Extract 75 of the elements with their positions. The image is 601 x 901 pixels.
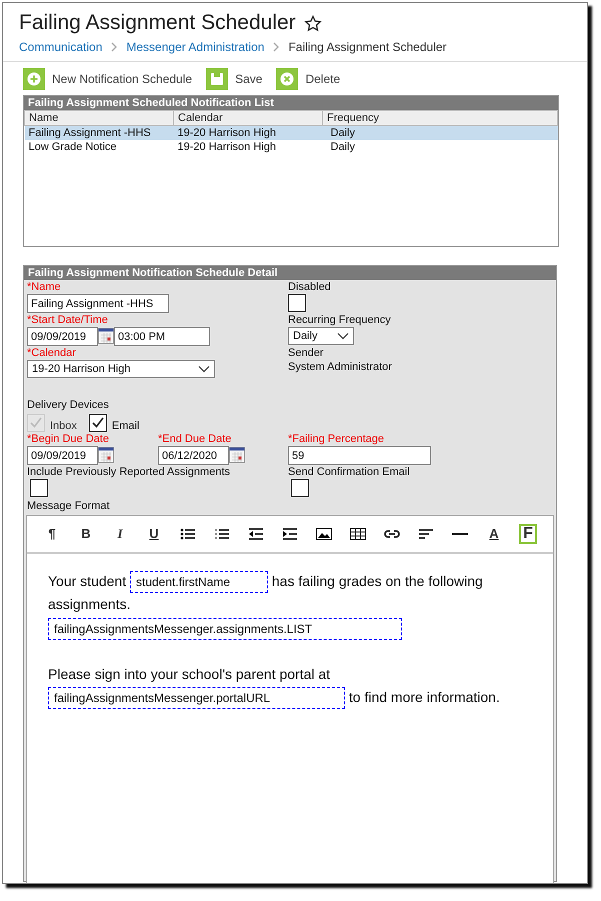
merge-field[interactable]: student.firstName [130, 571, 268, 594]
table-cell: Failing Assignment -HHS [24, 126, 174, 140]
column-header[interactable]: Frequency [322, 110, 558, 126]
delete-button[interactable]: Delete [276, 68, 340, 90]
table-cell: Daily [322, 126, 558, 140]
table-icon [350, 527, 366, 541]
image-icon [316, 527, 332, 541]
field-label: Sender [288, 347, 324, 359]
text-field[interactable]: 09/09/2019 [27, 446, 98, 465]
column-header[interactable]: Name [24, 110, 174, 126]
dropdown[interactable]: 19-20 Harrison High [27, 360, 215, 378]
sender-value: System Administrator [288, 361, 393, 373]
breadcrumb-link[interactable]: Messenger Administration [126, 40, 264, 54]
floppy-icon [206, 68, 228, 90]
table-cell: 19-20 Harrison High [174, 126, 322, 140]
plus-icon [23, 68, 45, 90]
checkbox[interactable] [288, 294, 306, 312]
field-label: *Begin Due Date [27, 433, 110, 445]
text-field[interactable]: 09/09/2019 [27, 327, 98, 346]
field-label: Delivery Devices [27, 399, 110, 411]
dropdown[interactable]: Daily [288, 327, 354, 345]
italic-tool[interactable]: I [103, 523, 137, 545]
field-label: *Calendar [27, 347, 77, 359]
table-cell: Daily [322, 140, 558, 154]
bulleted-list-icon [180, 527, 196, 541]
breadcrumb-link[interactable]: Communication [19, 40, 102, 54]
calendar-icon[interactable] [98, 328, 114, 344]
outdent-icon [248, 527, 264, 541]
align-left-icon [418, 527, 434, 541]
text-field[interactable]: Failing Assignment -HHS [27, 294, 169, 313]
field-label: Disabled [288, 281, 332, 293]
color-tool[interactable]: A [477, 523, 511, 545]
checkbox[interactable] [30, 479, 48, 497]
calendar-icon[interactable] [229, 447, 245, 463]
message-paragraph: Your student student.firstName has failing grades on the following assignments. [48, 570, 484, 614]
numbered-list-icon [214, 527, 230, 541]
checkbox[interactable] [291, 479, 309, 497]
table-cell: 19-20 Harrison High [174, 140, 322, 154]
field-label: Message Format [27, 500, 111, 512]
checkbox[interactable] [88, 414, 107, 432]
merge-field[interactable]: failingAssignmentsMessenger.assignments.LIST [48, 618, 402, 640]
underline-tool[interactable]: U [137, 523, 171, 545]
star-icon[interactable] [304, 14, 322, 32]
text-field[interactable]: 06/12/2020 [158, 446, 229, 465]
merge-field[interactable]: failingAssignmentsMessenger.portalURL [48, 686, 345, 709]
field-label: Include Previously Reported Assignments [27, 466, 231, 478]
calendar-icon[interactable] [98, 447, 114, 463]
panel-header: Failing Assignment Scheduled Notification List [24, 96, 558, 110]
column-header[interactable]: Calendar [174, 110, 322, 126]
indent-icon [282, 527, 298, 541]
field-label: *Name [27, 281, 62, 293]
save-button[interactable]: Save [206, 68, 262, 90]
link-icon [384, 527, 400, 541]
add-button[interactable]: New Notification Schedule [23, 68, 192, 90]
caret-icon [198, 365, 210, 373]
chevron-icon [110, 42, 118, 52]
message-paragraph: Please sign into your school's parent portal at failingAssignmentsMessenger.portalURL to find more information. [48, 662, 533, 709]
page-title: Failing Assignment Scheduler [19, 11, 296, 35]
caret-icon [337, 332, 349, 340]
chevron-icon [272, 42, 280, 52]
breadcrumb-current: Failing Assignment Scheduler [288, 40, 447, 54]
paragraph-tool[interactable]: ¶ [35, 523, 69, 545]
field-label: *Failing Percentage [288, 433, 386, 445]
format-tool[interactable]: F [511, 523, 545, 545]
panel-header: Failing Assignment Notification Schedule Detail [24, 266, 556, 280]
checkbox-label: Inbox [50, 420, 77, 432]
field-label: *End Due Date [158, 433, 232, 445]
checkbox-label: Email [112, 420, 140, 432]
field-label: *Start Date/Time [27, 314, 109, 326]
bold-tool[interactable]: B [69, 523, 103, 545]
text-field[interactable]: 03:00 PM [114, 327, 210, 346]
text-field[interactable]: 59 [288, 446, 431, 465]
field-label: Send Confirmation Email [288, 466, 411, 478]
field-label: Recurring Frequency [288, 314, 392, 326]
table-cell: Low Grade Notice [24, 140, 174, 154]
